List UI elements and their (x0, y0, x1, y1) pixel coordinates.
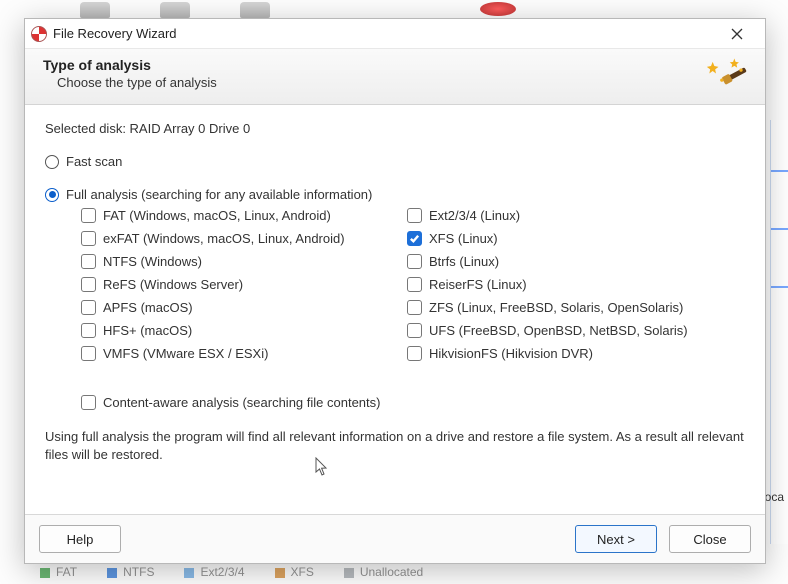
header-subtitle: Choose the type of analysis (57, 75, 747, 90)
checkbox-icon (407, 208, 422, 223)
checkbox-icon (407, 346, 422, 361)
radio-icon (45, 155, 59, 169)
full-analysis-radio[interactable]: Full analysis (searching for any availab… (45, 187, 745, 202)
header-title: Type of analysis (43, 57, 747, 73)
fs-checkbox-vmfs[interactable]: VMFS (VMware ESX / ESXi) (81, 346, 395, 361)
bg-right-panel (770, 120, 788, 544)
fs-label: VMFS (VMware ESX / ESXi) (103, 346, 268, 361)
bg-legend-item: FAT (40, 565, 77, 579)
bg-legend: FAT NTFS Ext2/3/4 XFS Unallocated (40, 562, 423, 582)
fs-checkbox-xfs[interactable]: XFS (Linux) (407, 231, 721, 246)
window-title: File Recovery Wizard (53, 26, 717, 41)
checkbox-icon (81, 300, 96, 315)
bg-disk-icon (240, 2, 270, 18)
checkbox-icon (81, 323, 96, 338)
checkbox-icon (407, 323, 422, 338)
bg-help-icon (480, 2, 516, 16)
checkbox-icon (81, 277, 96, 292)
bg-legend-item: NTFS (107, 565, 154, 579)
bg-legend-item: Unallocated (344, 565, 423, 579)
wizard-footer: Help Next > Close (25, 514, 765, 563)
fs-label: exFAT (Windows, macOS, Linux, Android) (103, 231, 345, 246)
checkbox-icon (407, 231, 422, 246)
app-icon (31, 26, 47, 42)
fast-scan-label: Fast scan (66, 154, 122, 169)
checkbox-icon (407, 300, 422, 315)
bg-legend-item: XFS (275, 565, 314, 579)
file-recovery-wizard-dialog: File Recovery Wizard Type of analysis Ch… (24, 18, 766, 564)
checkbox-icon (81, 346, 96, 361)
checkbox-icon (81, 395, 96, 410)
fs-label: FAT (Windows, macOS, Linux, Android) (103, 208, 331, 223)
fs-label: ReiserFS (Linux) (429, 277, 527, 292)
checkbox-icon (407, 254, 422, 269)
fs-checkbox-ufs[interactable]: UFS (FreeBSD, OpenBSD, NetBSD, Solaris) (407, 323, 721, 338)
checkbox-icon (407, 277, 422, 292)
fs-checkbox-hikvision[interactable]: HikvisionFS (Hikvision DVR) (407, 346, 721, 361)
fs-label: HikvisionFS (Hikvision DVR) (429, 346, 593, 361)
radio-icon (45, 188, 59, 202)
fs-label: ZFS (Linux, FreeBSD, Solaris, OpenSolari… (429, 300, 683, 315)
fs-label: APFS (macOS) (103, 300, 193, 315)
fs-checkbox-refs[interactable]: ReFS (Windows Server) (81, 277, 395, 292)
fs-checkbox-exfat[interactable]: exFAT (Windows, macOS, Linux, Android) (81, 231, 395, 246)
checkbox-icon (81, 208, 96, 223)
next-button[interactable]: Next > (575, 525, 657, 553)
bg-disk-icon (80, 2, 110, 18)
fs-checkbox-fat[interactable]: FAT (Windows, macOS, Linux, Android) (81, 208, 395, 223)
fs-checkbox-btrfs[interactable]: Btrfs (Linux) (407, 254, 721, 269)
selected-disk-label: Selected disk: RAID Array 0 Drive 0 (45, 121, 745, 136)
analysis-description: Using full analysis the program will fin… (45, 428, 745, 464)
fs-checkbox-ntfs[interactable]: NTFS (Windows) (81, 254, 395, 269)
titlebar: File Recovery Wizard (25, 19, 765, 49)
fs-checkbox-ext[interactable]: Ext2/3/4 (Linux) (407, 208, 721, 223)
fs-label: UFS (FreeBSD, OpenBSD, NetBSD, Solaris) (429, 323, 688, 338)
close-window-button[interactable] (717, 20, 757, 48)
help-button[interactable]: Help (39, 525, 121, 553)
bg-legend-item: Ext2/3/4 (184, 565, 244, 579)
fs-checkbox-hfs[interactable]: HFS+ (macOS) (81, 323, 395, 338)
bg-disk-icon (160, 2, 190, 18)
close-button[interactable]: Close (669, 525, 751, 553)
fs-label: NTFS (Windows) (103, 254, 202, 269)
fs-label: Ext2/3/4 (Linux) (429, 208, 520, 223)
fs-label: HFS+ (macOS) (103, 323, 192, 338)
wizard-wand-icon (701, 55, 751, 97)
checkbox-icon (81, 231, 96, 246)
fs-checkbox-reiserfs[interactable]: ReiserFS (Linux) (407, 277, 721, 292)
close-icon (731, 28, 743, 40)
wizard-content: Selected disk: RAID Array 0 Drive 0 Fast… (25, 105, 765, 514)
fs-label: XFS (Linux) (429, 231, 498, 246)
content-aware-checkbox[interactable]: Content-aware analysis (searching file c… (81, 395, 745, 410)
fast-scan-radio[interactable]: Fast scan (45, 154, 745, 169)
wizard-header: Type of analysis Choose the type of anal… (25, 49, 765, 105)
content-aware-label: Content-aware analysis (searching file c… (103, 395, 380, 410)
fs-label: Btrfs (Linux) (429, 254, 499, 269)
fs-label: ReFS (Windows Server) (103, 277, 243, 292)
filesystem-grid: FAT (Windows, macOS, Linux, Android) Ext2… (81, 208, 721, 361)
fs-checkbox-zfs[interactable]: ZFS (Linux, FreeBSD, Solaris, OpenSolari… (407, 300, 721, 315)
fs-checkbox-apfs[interactable]: APFS (macOS) (81, 300, 395, 315)
full-analysis-label: Full analysis (searching for any availab… (66, 187, 372, 202)
checkbox-icon (81, 254, 96, 269)
